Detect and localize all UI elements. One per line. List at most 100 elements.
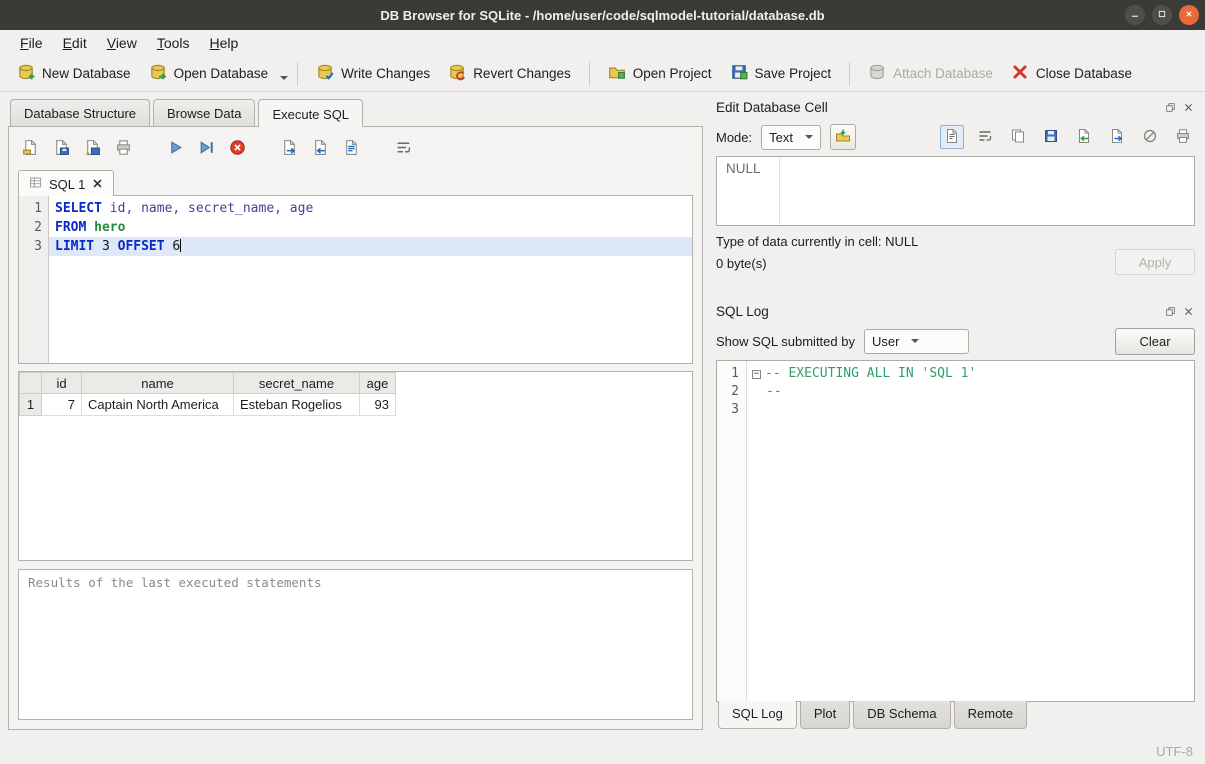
revert-changes-button[interactable]: Revert Changes [439, 58, 580, 89]
write-changes-button[interactable]: Write Changes [307, 58, 439, 89]
set-null-button[interactable] [1138, 125, 1162, 149]
save-project-icon [730, 63, 748, 84]
line-number: 3 [19, 237, 42, 256]
cell-editor[interactable]: NULL [716, 156, 1195, 226]
save-sql-file-button[interactable] [49, 137, 73, 161]
sql-tab-close-icon[interactable] [92, 177, 103, 192]
print-icon [1175, 128, 1191, 147]
code-line[interactable]: FROM hero [49, 218, 692, 237]
sql-log-view[interactable]: 123 −-- EXECUTING ALL IN 'SQL 1'-- [716, 360, 1195, 702]
copy-icon [1010, 128, 1026, 147]
column-header-id[interactable]: id [42, 373, 82, 394]
open-sql-file-button[interactable] [18, 137, 42, 161]
toolbar-separator [849, 62, 850, 86]
save-project-button[interactable]: Save Project [721, 58, 841, 89]
bottom-tab-remote[interactable]: Remote [954, 701, 1028, 729]
print-icon [115, 139, 132, 159]
text-mode-button[interactable] [940, 125, 964, 149]
line-number: 2 [19, 218, 42, 237]
menu-view[interactable]: View [97, 32, 147, 54]
row-number[interactable]: 1 [20, 394, 42, 416]
cell[interactable]: Captain North America [82, 394, 234, 416]
column-header-secret-name[interactable]: secret_name [234, 373, 360, 394]
open-project-icon [608, 63, 626, 84]
word-wrap-button[interactable] [391, 137, 415, 161]
apply-button[interactable]: Apply [1115, 249, 1195, 275]
chevron-down-icon[interactable] [280, 76, 288, 80]
attach-database-button: Attach Database [859, 58, 1002, 89]
edit-cell-header: Edit Database Cell [716, 96, 1195, 118]
code-line[interactable]: LIMIT 3 OFFSET 6 [49, 237, 692, 256]
menu-tools[interactable]: Tools [147, 32, 200, 54]
close-database-button[interactable]: Close Database [1002, 58, 1141, 89]
import-sql-button[interactable] [308, 137, 332, 161]
column-header-age[interactable]: age [360, 373, 396, 394]
dock-close-icon[interactable] [1182, 305, 1195, 318]
open-sql-file-icon [22, 139, 39, 159]
export-sql-button[interactable] [277, 137, 301, 161]
print-button[interactable] [1171, 125, 1195, 149]
save-button[interactable] [1039, 125, 1063, 149]
results-grid[interactable]: idnamesecret_nameage 17Captain North Amer… [18, 371, 693, 561]
code-line[interactable]: SELECT id, name, secret_name, age [49, 199, 692, 218]
right-column: Edit Database Cell Mode: Text NULL [706, 92, 1205, 738]
new-database-button[interactable]: New Database [8, 58, 140, 89]
cell-size-info: 0 byte(s) [716, 256, 918, 271]
word-wrap-icon [977, 128, 993, 147]
import-file-button[interactable] [830, 124, 856, 150]
encoding-indicator[interactable]: UTF-8 [1156, 744, 1193, 759]
execute-sql-panel: SQL 1 123 SELECT id, name, secret_name, … [8, 126, 703, 730]
bottom-tab-db-schema[interactable]: DB Schema [853, 701, 950, 729]
menu-file[interactable]: File [10, 32, 53, 54]
tab-database-structure[interactable]: Database Structure [10, 99, 150, 126]
float-icon[interactable] [1164, 305, 1177, 318]
cell[interactable]: Esteban Rogelios [234, 394, 360, 416]
save-sql-as-button[interactable] [80, 137, 104, 161]
bottom-tab-plot[interactable]: Plot [800, 701, 850, 729]
close-button[interactable] [1179, 5, 1199, 25]
sql-editor[interactable]: 123 SELECT id, name, secret_name, ageFRO… [18, 196, 693, 364]
mode-value: Text [769, 130, 793, 145]
format-sql-button[interactable] [339, 137, 363, 161]
app-window: DB Browser for SQLite - /home/user/code/… [0, 0, 1205, 764]
chevron-down-icon [805, 135, 813, 139]
word-wrap-button[interactable] [973, 125, 997, 149]
title-bar[interactable]: DB Browser for SQLite - /home/user/code/… [0, 0, 1205, 30]
export-icon [1109, 128, 1125, 147]
minimize-button[interactable] [1125, 5, 1145, 25]
cell-info: Type of data currently in cell: NULL 0 b… [716, 234, 1195, 290]
print-button[interactable] [111, 137, 135, 161]
tab-browse-data[interactable]: Browse Data [153, 99, 255, 126]
editor-code[interactable]: SELECT id, name, secret_name, ageFROM he… [49, 196, 692, 363]
import-button[interactable] [1072, 125, 1096, 149]
tab-execute-sql[interactable]: Execute SQL [258, 99, 363, 127]
collapse-icon[interactable]: − [752, 370, 761, 379]
copy-button[interactable] [1006, 125, 1030, 149]
float-icon[interactable] [1164, 101, 1177, 114]
stop-button[interactable] [225, 137, 249, 161]
window-controls [1125, 5, 1199, 25]
bottom-tab-sql-log[interactable]: SQL Log [718, 701, 797, 729]
log-line-number: 3 [717, 401, 739, 419]
open-database-button[interactable]: Open Database [140, 58, 278, 89]
log-filter-select[interactable]: User [864, 329, 969, 354]
execute-all-button[interactable] [163, 137, 187, 161]
cell[interactable]: 7 [42, 394, 82, 416]
bottom-tabs: SQL LogPlotDB SchemaRemote [716, 702, 1195, 730]
menu-edit[interactable]: Edit [53, 32, 97, 54]
open-project-button[interactable]: Open Project [599, 58, 721, 89]
set-null-icon [1142, 128, 1158, 147]
cell[interactable]: 93 [360, 394, 396, 416]
clear-button[interactable]: Clear [1115, 328, 1195, 355]
column-header-name[interactable]: name [82, 373, 234, 394]
import-sql-icon [312, 139, 329, 159]
menu-help[interactable]: Help [200, 32, 249, 54]
maximize-button[interactable] [1152, 5, 1172, 25]
dock-close-icon[interactable] [1182, 101, 1195, 114]
word-wrap-icon [395, 139, 412, 159]
open-database-icon [149, 63, 167, 84]
export-button[interactable] [1105, 125, 1129, 149]
execute-line-button[interactable] [194, 137, 218, 161]
sql-tab[interactable]: SQL 1 [18, 170, 114, 196]
mode-select[interactable]: Text [761, 125, 821, 150]
